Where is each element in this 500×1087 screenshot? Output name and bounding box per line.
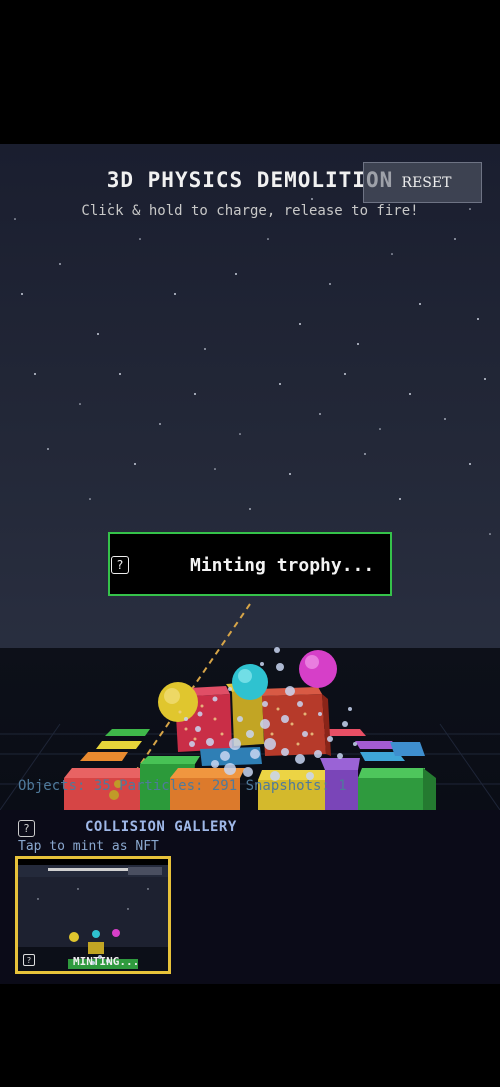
demolition-scene xyxy=(0,603,500,810)
gallery-thumbnail[interactable]: ? MINTING... xyxy=(15,856,171,974)
gallery-title: COLLISION GALLERY xyxy=(85,819,237,835)
question-icon: ? xyxy=(111,556,129,574)
minting-toast-message: Minting trophy... xyxy=(190,555,375,576)
thumbnail-label: MINTING... xyxy=(73,955,140,968)
reset-button[interactable]: RESET xyxy=(363,162,482,203)
question-icon: ? xyxy=(18,819,35,837)
game-instructions: Click & hold to charge, release to fire! xyxy=(81,203,419,219)
question-icon: ? xyxy=(23,954,35,966)
minting-toast: ? Minting trophy... xyxy=(108,532,392,596)
collision-gallery-panel: ? COLLISION GALLERY Tap to mint as NFT ?… xyxy=(0,810,500,984)
bottom-letterbox xyxy=(0,984,500,1087)
stats-readout: Objects: 35 Particles: 291 Snapshots: 1 xyxy=(18,778,347,794)
game-canvas[interactable]: 3D PHYSICS DEMOLITION Click & hold to ch… xyxy=(0,144,500,810)
reset-button-label: RESET xyxy=(401,174,452,191)
top-letterbox xyxy=(0,0,500,144)
gallery-hint: Tap to mint as NFT xyxy=(18,839,159,854)
